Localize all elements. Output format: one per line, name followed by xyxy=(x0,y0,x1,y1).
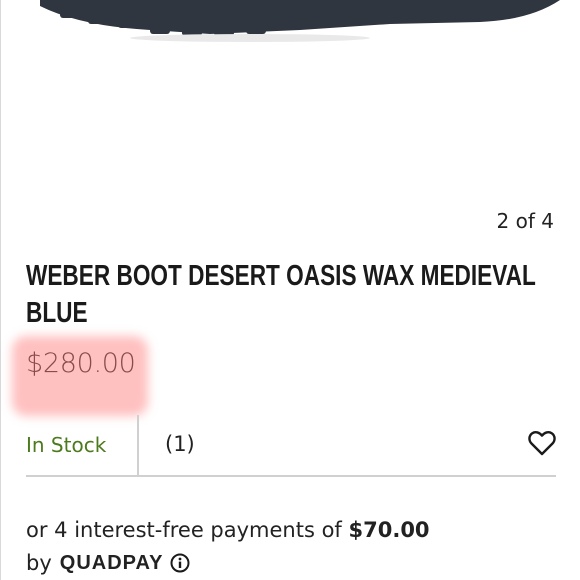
info-icon[interactable] xyxy=(170,553,190,573)
provider-line: by QUADPAY xyxy=(26,551,190,575)
horizontal-divider xyxy=(26,475,556,477)
vertical-divider xyxy=(137,415,139,477)
product-title: WEBER BOOT DESERT OASIS WAX MEDIEVAL BLU… xyxy=(26,260,536,329)
product-image[interactable] xyxy=(0,0,580,200)
heart-icon[interactable] xyxy=(528,430,556,456)
quadpay-logo[interactable]: QUADPAY xyxy=(60,552,164,575)
installment-prefix: or 4 interest-free payments of xyxy=(26,518,349,542)
stock-status: In Stock xyxy=(26,433,107,457)
review-count[interactable]: (1) xyxy=(165,432,195,456)
boot-sole-image xyxy=(40,0,560,42)
by-label: by xyxy=(26,551,52,575)
installment-amount: $70.00 xyxy=(348,518,430,542)
installment-text: or 4 interest-free payments of $70.00 xyxy=(26,518,430,542)
product-price: $280.00 xyxy=(26,348,136,379)
gallery-counter: 2 of 4 xyxy=(496,209,554,233)
